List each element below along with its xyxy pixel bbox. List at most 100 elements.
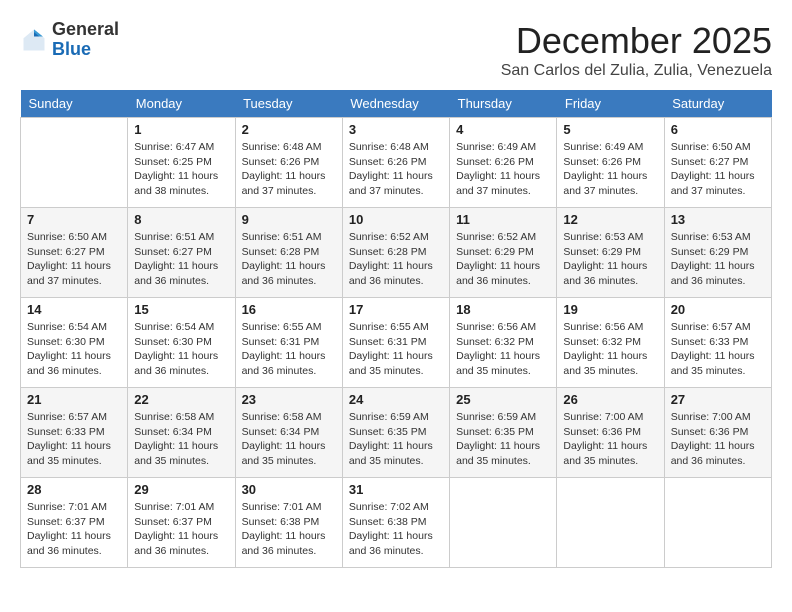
- daylight-text: Daylight: 11 hours and 38 minutes.: [134, 170, 218, 197]
- month-title: December 2025: [501, 20, 772, 62]
- calendar-cell: [21, 118, 128, 208]
- sunrise-text: Sunrise: 6:48 AM: [349, 141, 429, 153]
- day-info: Sunrise: 6:58 AM Sunset: 6:34 PM Dayligh…: [134, 410, 228, 469]
- day-number: 26: [563, 392, 657, 407]
- sunset-text: Sunset: 6:38 PM: [242, 516, 320, 528]
- weekday-header-friday: Friday: [557, 90, 664, 118]
- calendar-cell: 25 Sunrise: 6:59 AM Sunset: 6:35 PM Dayl…: [450, 388, 557, 478]
- calendar-cell: 18 Sunrise: 6:56 AM Sunset: 6:32 PM Dayl…: [450, 298, 557, 388]
- sunrise-text: Sunrise: 6:56 AM: [563, 321, 643, 333]
- sunset-text: Sunset: 6:36 PM: [563, 426, 641, 438]
- sunset-text: Sunset: 6:33 PM: [27, 426, 105, 438]
- sunset-text: Sunset: 6:34 PM: [134, 426, 212, 438]
- day-info: Sunrise: 6:57 AM Sunset: 6:33 PM Dayligh…: [27, 410, 121, 469]
- sunrise-text: Sunrise: 6:56 AM: [456, 321, 536, 333]
- calendar-cell: 14 Sunrise: 6:54 AM Sunset: 6:30 PM Dayl…: [21, 298, 128, 388]
- sunrise-text: Sunrise: 6:52 AM: [349, 231, 429, 243]
- sunrise-text: Sunrise: 6:48 AM: [242, 141, 322, 153]
- calendar-cell: 16 Sunrise: 6:55 AM Sunset: 6:31 PM Dayl…: [235, 298, 342, 388]
- daylight-text: Daylight: 11 hours and 36 minutes.: [134, 530, 218, 557]
- day-info: Sunrise: 7:02 AM Sunset: 6:38 PM Dayligh…: [349, 500, 443, 559]
- daylight-text: Daylight: 11 hours and 36 minutes.: [27, 350, 111, 377]
- day-info: Sunrise: 6:54 AM Sunset: 6:30 PM Dayligh…: [134, 320, 228, 379]
- day-info: Sunrise: 6:49 AM Sunset: 6:26 PM Dayligh…: [456, 140, 550, 199]
- day-info: Sunrise: 6:59 AM Sunset: 6:35 PM Dayligh…: [349, 410, 443, 469]
- day-info: Sunrise: 6:55 AM Sunset: 6:31 PM Dayligh…: [242, 320, 336, 379]
- sunset-text: Sunset: 6:36 PM: [671, 426, 749, 438]
- day-info: Sunrise: 6:52 AM Sunset: 6:28 PM Dayligh…: [349, 230, 443, 289]
- calendar-cell: 9 Sunrise: 6:51 AM Sunset: 6:28 PM Dayli…: [235, 208, 342, 298]
- day-info: Sunrise: 6:53 AM Sunset: 6:29 PM Dayligh…: [671, 230, 765, 289]
- calendar-cell: 30 Sunrise: 7:01 AM Sunset: 6:38 PM Dayl…: [235, 478, 342, 568]
- sunrise-text: Sunrise: 6:55 AM: [349, 321, 429, 333]
- calendar-cell: 5 Sunrise: 6:49 AM Sunset: 6:26 PM Dayli…: [557, 118, 664, 208]
- sunrise-text: Sunrise: 7:00 AM: [671, 411, 751, 423]
- day-number: 20: [671, 302, 765, 317]
- day-info: Sunrise: 6:58 AM Sunset: 6:34 PM Dayligh…: [242, 410, 336, 469]
- calendar-cell: 3 Sunrise: 6:48 AM Sunset: 6:26 PM Dayli…: [342, 118, 449, 208]
- day-info: Sunrise: 6:50 AM Sunset: 6:27 PM Dayligh…: [27, 230, 121, 289]
- calendar-cell: 17 Sunrise: 6:55 AM Sunset: 6:31 PM Dayl…: [342, 298, 449, 388]
- calendar-cell: 15 Sunrise: 6:54 AM Sunset: 6:30 PM Dayl…: [128, 298, 235, 388]
- calendar-cell: [664, 478, 771, 568]
- daylight-text: Daylight: 11 hours and 35 minutes.: [27, 440, 111, 467]
- sunrise-text: Sunrise: 6:57 AM: [671, 321, 751, 333]
- day-info: Sunrise: 6:51 AM Sunset: 6:27 PM Dayligh…: [134, 230, 228, 289]
- daylight-text: Daylight: 11 hours and 35 minutes.: [349, 350, 433, 377]
- sunset-text: Sunset: 6:26 PM: [456, 156, 534, 168]
- sunset-text: Sunset: 6:37 PM: [134, 516, 212, 528]
- daylight-text: Daylight: 11 hours and 35 minutes.: [456, 440, 540, 467]
- daylight-text: Daylight: 11 hours and 36 minutes.: [27, 530, 111, 557]
- sunset-text: Sunset: 6:29 PM: [563, 246, 641, 258]
- day-number: 30: [242, 482, 336, 497]
- sunrise-text: Sunrise: 6:50 AM: [671, 141, 751, 153]
- calendar-cell: 27 Sunrise: 7:00 AM Sunset: 6:36 PM Dayl…: [664, 388, 771, 478]
- title-block: December 2025 San Carlos del Zulia, Zuli…: [501, 20, 772, 80]
- daylight-text: Daylight: 11 hours and 36 minutes.: [242, 530, 326, 557]
- sunset-text: Sunset: 6:26 PM: [242, 156, 320, 168]
- daylight-text: Daylight: 11 hours and 35 minutes.: [242, 440, 326, 467]
- sunset-text: Sunset: 6:29 PM: [671, 246, 749, 258]
- day-info: Sunrise: 6:54 AM Sunset: 6:30 PM Dayligh…: [27, 320, 121, 379]
- sunrise-text: Sunrise: 6:52 AM: [456, 231, 536, 243]
- day-number: 18: [456, 302, 550, 317]
- day-number: 7: [27, 212, 121, 227]
- weekday-header-monday: Monday: [128, 90, 235, 118]
- calendar-week-row: 21 Sunrise: 6:57 AM Sunset: 6:33 PM Dayl…: [21, 388, 772, 478]
- logo-blue-text: Blue: [52, 39, 91, 59]
- calendar-week-row: 7 Sunrise: 6:50 AM Sunset: 6:27 PM Dayli…: [21, 208, 772, 298]
- sunset-text: Sunset: 6:35 PM: [349, 426, 427, 438]
- daylight-text: Daylight: 11 hours and 36 minutes.: [242, 260, 326, 287]
- day-info: Sunrise: 7:01 AM Sunset: 6:38 PM Dayligh…: [242, 500, 336, 559]
- daylight-text: Daylight: 11 hours and 35 minutes.: [563, 440, 647, 467]
- calendar-table: SundayMondayTuesdayWednesdayThursdayFrid…: [20, 90, 772, 568]
- sunrise-text: Sunrise: 6:55 AM: [242, 321, 322, 333]
- calendar-week-row: 14 Sunrise: 6:54 AM Sunset: 6:30 PM Dayl…: [21, 298, 772, 388]
- sunset-text: Sunset: 6:26 PM: [563, 156, 641, 168]
- calendar-cell: 23 Sunrise: 6:58 AM Sunset: 6:34 PM Dayl…: [235, 388, 342, 478]
- logo-general-text: General: [52, 19, 119, 39]
- daylight-text: Daylight: 11 hours and 37 minutes.: [27, 260, 111, 287]
- calendar-cell: 10 Sunrise: 6:52 AM Sunset: 6:28 PM Dayl…: [342, 208, 449, 298]
- day-number: 6: [671, 122, 765, 137]
- sunrise-text: Sunrise: 6:58 AM: [134, 411, 214, 423]
- day-info: Sunrise: 6:53 AM Sunset: 6:29 PM Dayligh…: [563, 230, 657, 289]
- sunrise-text: Sunrise: 6:54 AM: [27, 321, 107, 333]
- sunrise-text: Sunrise: 6:51 AM: [134, 231, 214, 243]
- daylight-text: Daylight: 11 hours and 35 minutes.: [349, 440, 433, 467]
- day-number: 4: [456, 122, 550, 137]
- day-info: Sunrise: 6:56 AM Sunset: 6:32 PM Dayligh…: [563, 320, 657, 379]
- daylight-text: Daylight: 11 hours and 36 minutes.: [349, 530, 433, 557]
- daylight-text: Daylight: 11 hours and 37 minutes.: [563, 170, 647, 197]
- sunset-text: Sunset: 6:28 PM: [349, 246, 427, 258]
- weekday-header-saturday: Saturday: [664, 90, 771, 118]
- sunrise-text: Sunrise: 6:50 AM: [27, 231, 107, 243]
- sunset-text: Sunset: 6:30 PM: [134, 336, 212, 348]
- day-info: Sunrise: 6:56 AM Sunset: 6:32 PM Dayligh…: [456, 320, 550, 379]
- daylight-text: Daylight: 11 hours and 36 minutes.: [671, 440, 755, 467]
- day-number: 29: [134, 482, 228, 497]
- day-number: 2: [242, 122, 336, 137]
- day-number: 21: [27, 392, 121, 407]
- sunset-text: Sunset: 6:34 PM: [242, 426, 320, 438]
- sunset-text: Sunset: 6:27 PM: [671, 156, 749, 168]
